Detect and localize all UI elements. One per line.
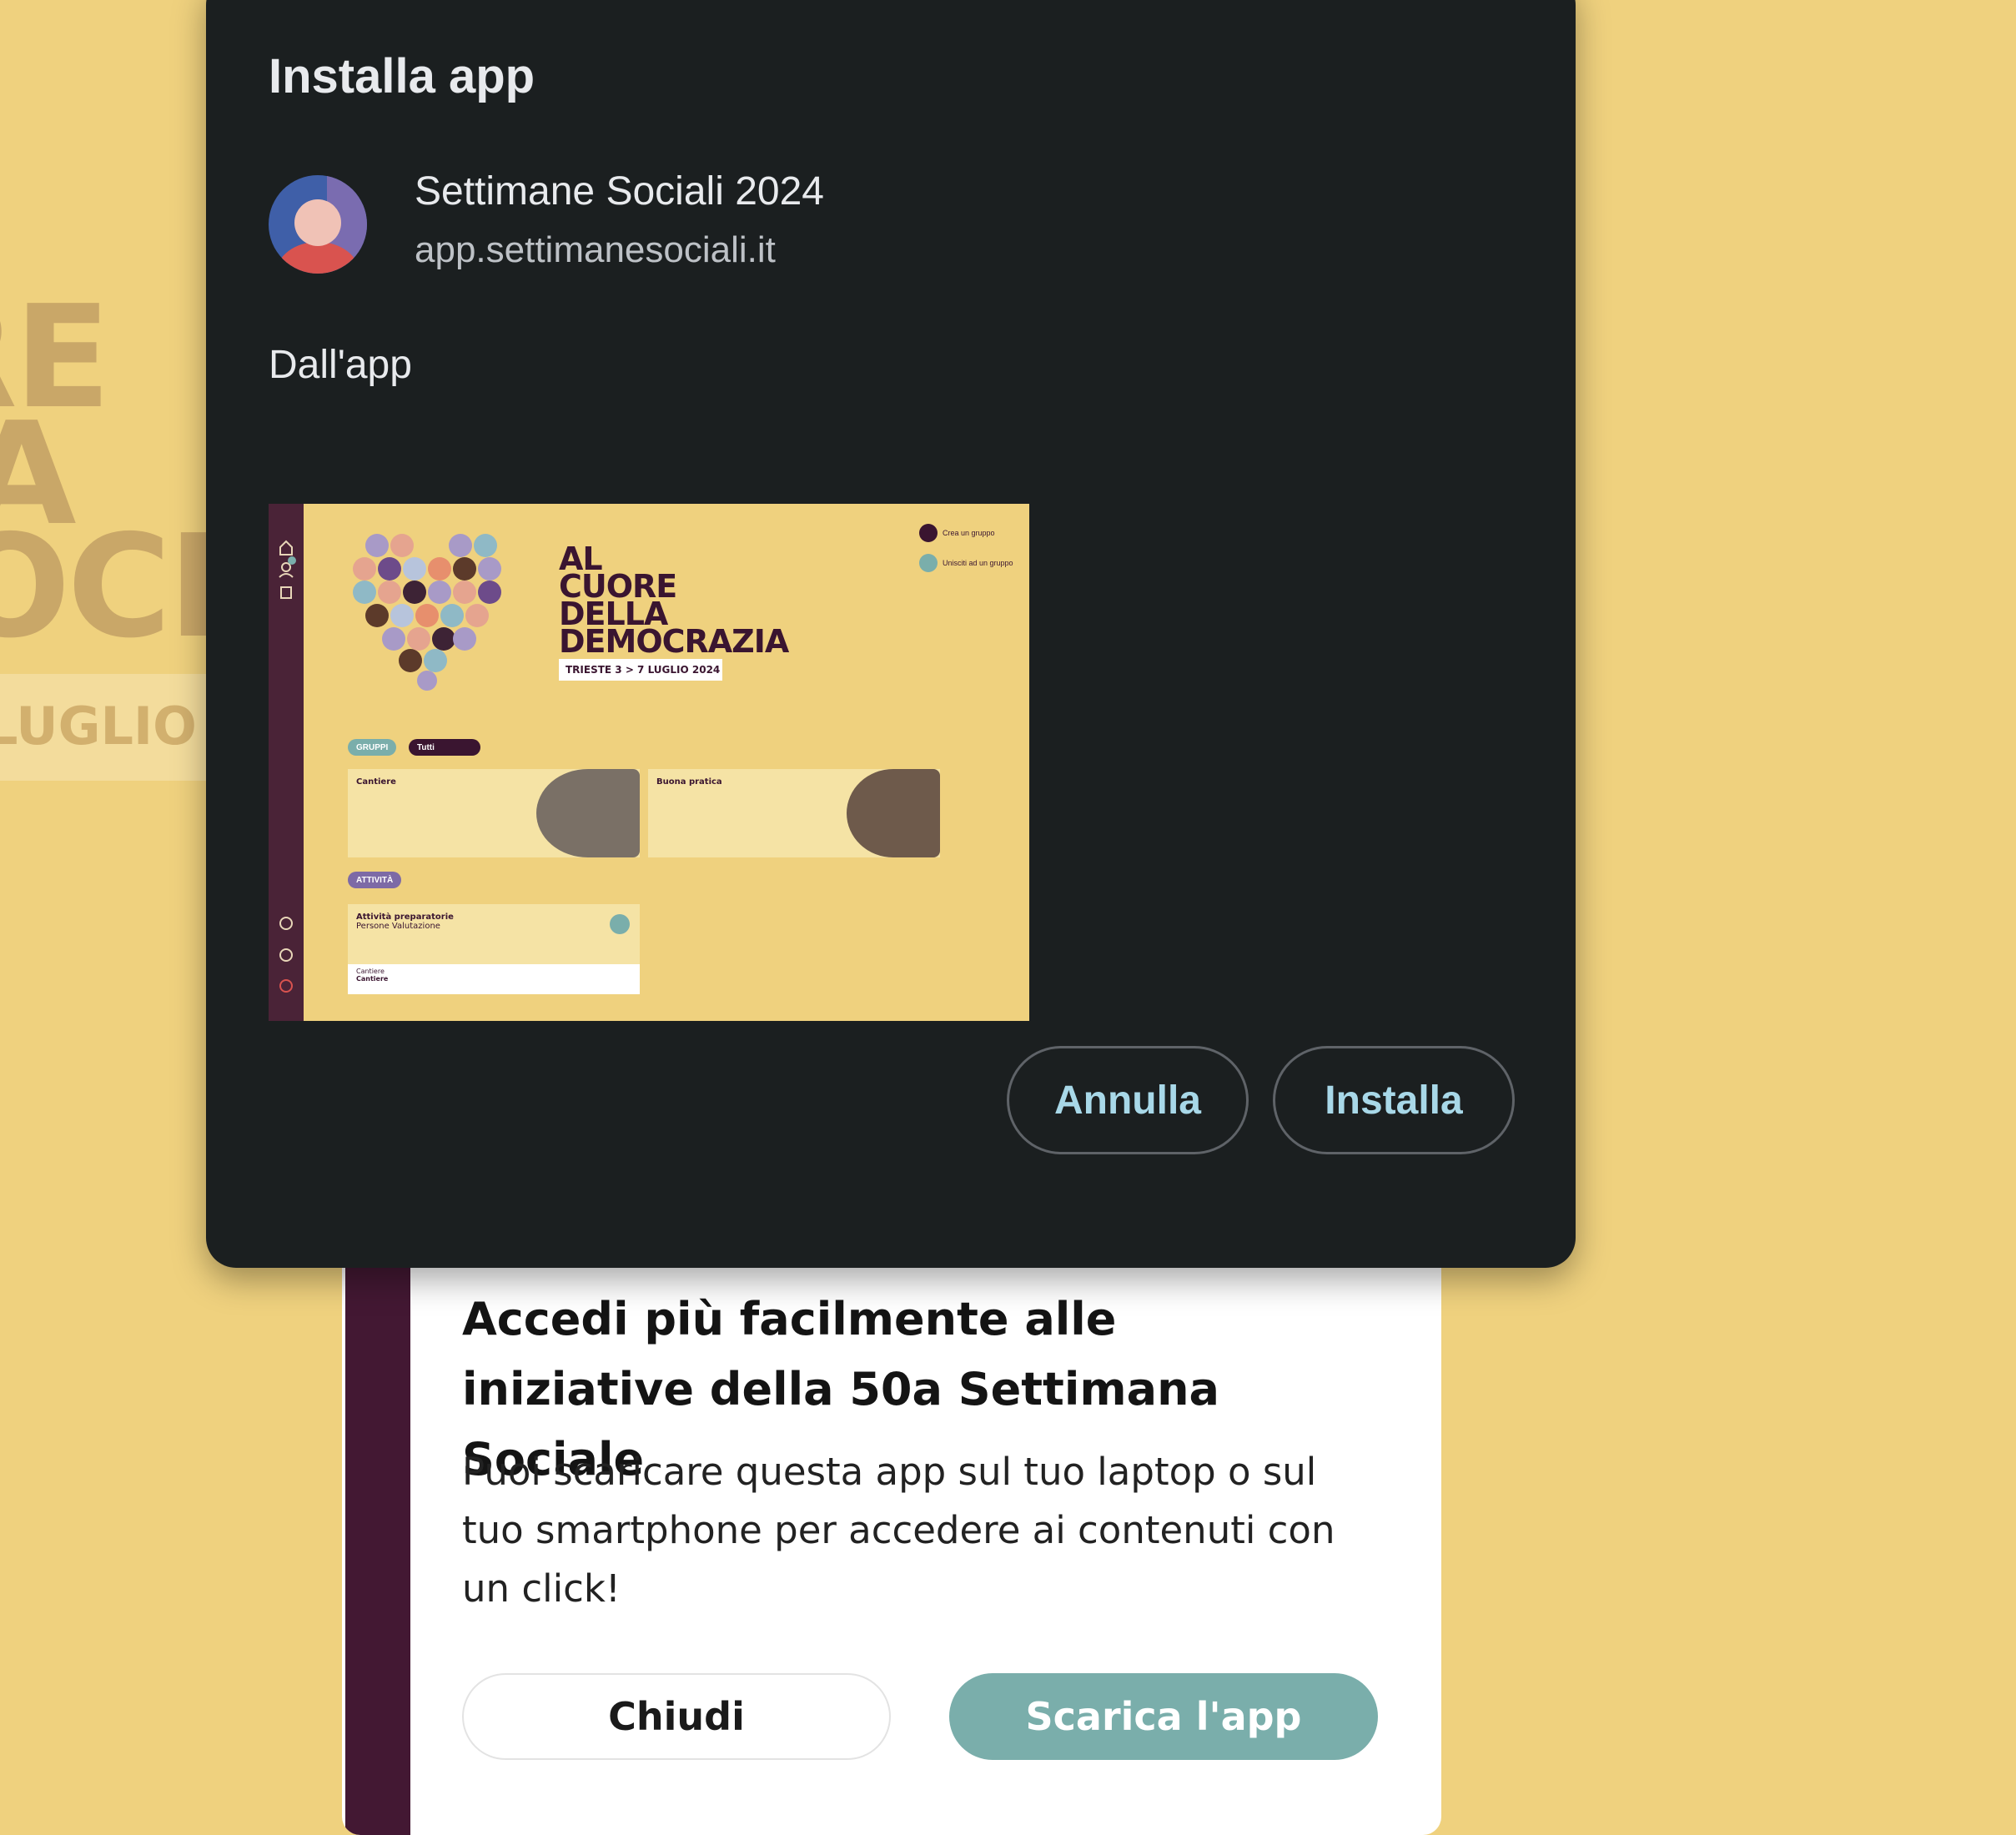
preview-heading: AL CUORE DELLA DEMOCRAZIA	[559, 543, 826, 660]
preview-heading-line: DEMOCRAZIA	[559, 623, 789, 660]
background-hero-text: RE A OCI	[0, 275, 207, 642]
preview-filter-pill: Tutti	[409, 739, 480, 756]
heart-illustration	[353, 534, 501, 691]
preview-sidebar	[269, 504, 304, 1021]
activity-card-footer: Cantiere Cantiere	[348, 964, 640, 994]
group-icon	[919, 524, 938, 542]
preview-action-label: Unisciti ad un gruppo	[943, 559, 1013, 567]
download-app-button[interactable]: Scarica l'app	[949, 1673, 1378, 1760]
activity-footer-label: Cantiere	[356, 968, 385, 975]
app-icon	[269, 175, 367, 274]
prompt-card-stripe	[345, 1201, 410, 1835]
activity-subtitle: Persone Valutazione	[356, 922, 440, 931]
dialog-title: Installa app	[269, 49, 535, 103]
preview-side-actions: Crea un gruppo Unisciti ad un gruppo	[919, 522, 1019, 574]
activity-title: Attività preparatorie	[356, 912, 454, 922]
preview-date: TRIESTE 3 > 7 LUGLIO 2024	[559, 659, 722, 681]
close-button[interactable]: Chiudi	[462, 1673, 891, 1760]
install-app-dialog: Installa app Settimane Sociali 2024 app.…	[206, 0, 1576, 1268]
cancel-button[interactable]: Annulla	[1007, 1046, 1249, 1154]
preview-action-label: Crea un gruppo	[943, 529, 995, 537]
install-button[interactable]: Installa	[1273, 1046, 1515, 1154]
hero-line-3: OCI	[0, 505, 207, 642]
prompt-description: Puoi scaricare questa app sul tuo laptop…	[462, 1450, 1335, 1611]
activity-card-header: Attività preparatorie Persone Valutazion…	[348, 904, 640, 939]
preview-group-card: Cantiere	[348, 769, 640, 857]
preview-groups-pill: GRUPPI	[348, 739, 397, 756]
preview-activity-pill: ATTIVITÀ	[348, 872, 402, 888]
install-prompt-card: Accedi più facilmente alle iniziative de…	[342, 1201, 1441, 1835]
background-date-text: LUGLIO 2	[0, 696, 207, 757]
preview-card-label: Cantiere	[356, 777, 396, 787]
app-screenshot-preview: AL CUORE DELLA DEMOCRAZIA TRIESTE 3 > 7 …	[269, 504, 1029, 1021]
app-name: Settimane Sociali 2024	[415, 169, 824, 214]
preview-group-card: Buona pratica	[648, 769, 940, 857]
app-url: app.settimanesociali.it	[415, 229, 776, 270]
check-icon	[610, 914, 630, 934]
add-group-icon	[919, 554, 938, 572]
preview-card-label: Buona pratica	[656, 777, 722, 787]
section-label: Dall'app	[269, 343, 412, 387]
activity-footer-value: Cantiere	[356, 975, 389, 983]
background-date-banner: LUGLIO 2	[0, 674, 207, 781]
group-photo	[847, 769, 940, 857]
preview-activity-card: Attività preparatorie Persone Valutazion…	[348, 904, 640, 994]
group-photo	[536, 769, 640, 857]
